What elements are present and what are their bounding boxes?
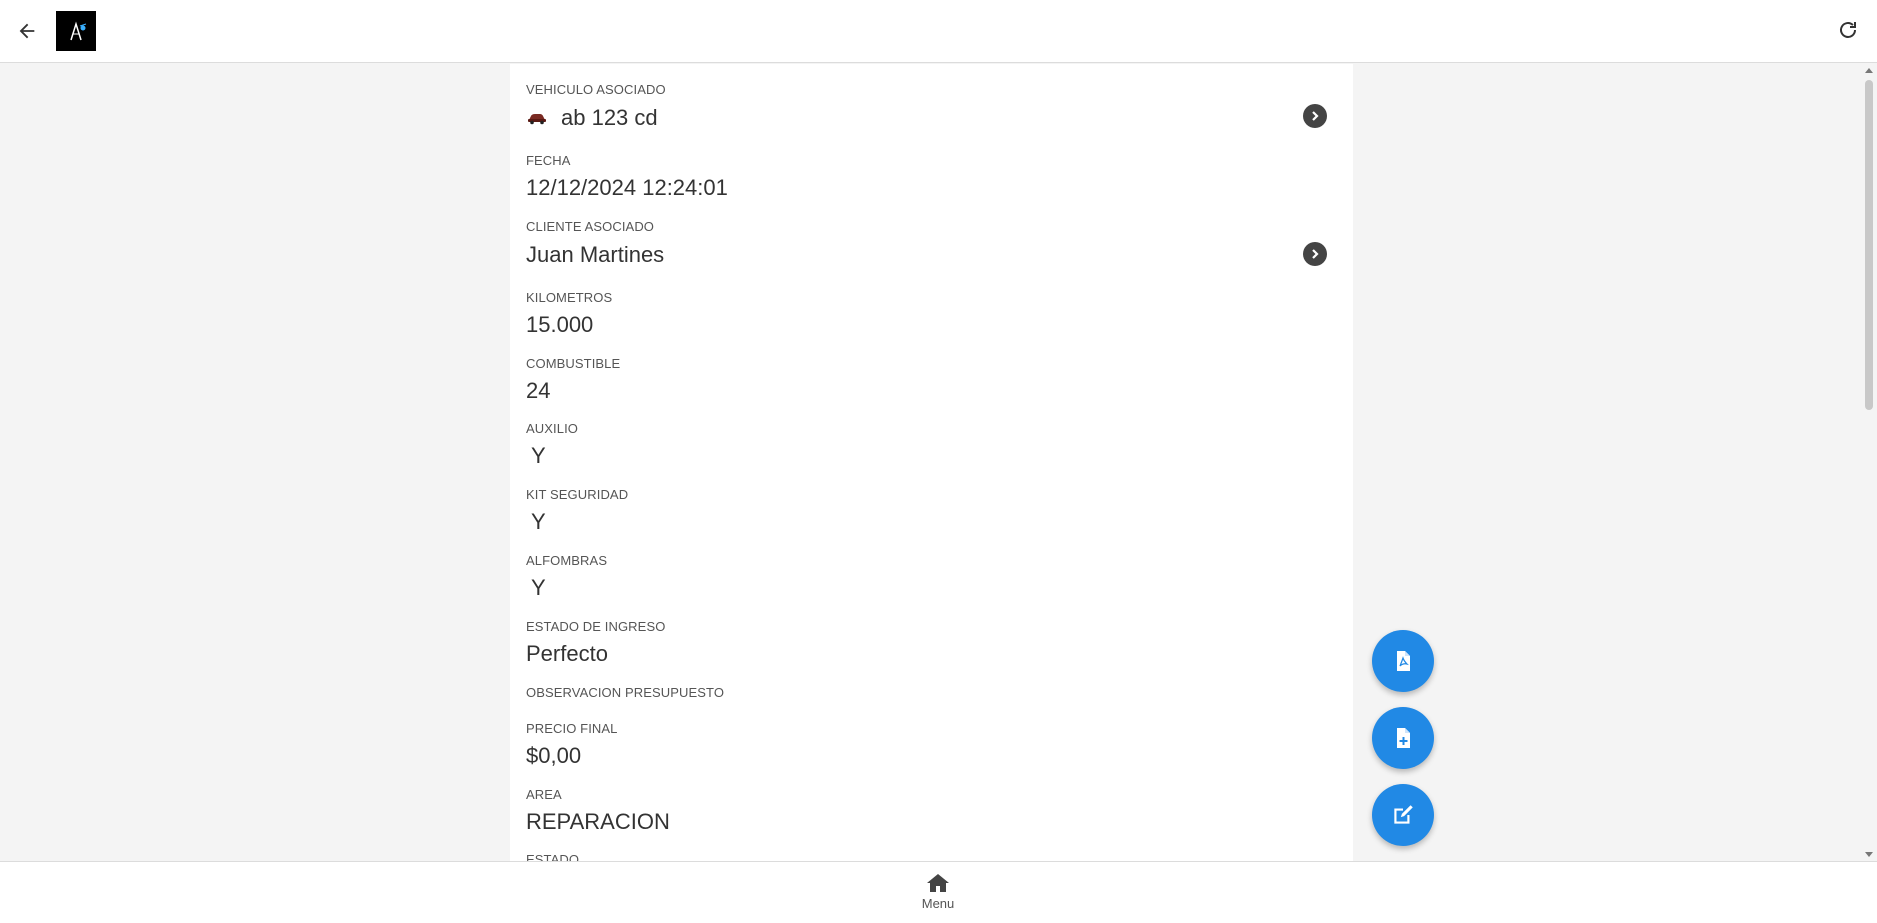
app-header: [0, 0, 1877, 63]
field-area: AREA REPARACION: [526, 787, 670, 836]
field-value: 15.000: [526, 312, 594, 337]
scroll-down-arrow[interactable]: [1865, 852, 1873, 857]
scrollbar[interactable]: [1861, 64, 1877, 861]
field-value: Perfecto: [526, 641, 608, 666]
field-value: 12/12/2024 12:24:01: [526, 175, 728, 200]
field-precio-final: PRECIO FINAL $0,00: [526, 721, 618, 770]
refresh-icon: [1840, 22, 1856, 38]
vehicle-plate[interactable]: ab 123 cd: [561, 104, 658, 132]
bottom-navigation: Menu: [0, 861, 1877, 923]
pdf-file-icon: [1397, 651, 1410, 671]
file-add-icon: [1397, 728, 1410, 748]
field-label: OBSERVACION PRESUPUESTO: [526, 685, 725, 700]
field-label: KIT SEGURIDAD: [526, 487, 629, 502]
field-label: VEHICULO ASOCIADO: [526, 82, 666, 97]
field-label: KILOMETROS: [526, 290, 613, 305]
field-value: ab 123 cd: [526, 104, 1337, 132]
field-label: AREA: [526, 787, 562, 802]
car-icon: [528, 114, 546, 125]
back-button[interactable]: [12, 16, 42, 46]
arrow-left-icon: [19, 23, 35, 39]
vehicle-detail-button[interactable]: [1303, 104, 1327, 128]
field-cliente: CLIENTE ASOCIADO Juan Martines: [526, 219, 664, 269]
field-label: PRECIO FINAL: [526, 721, 618, 736]
field-fecha: FECHA 12/12/2024 12:24:01: [526, 153, 728, 202]
nav-menu-button[interactable]: Menu: [908, 872, 968, 920]
scroll-up-arrow[interactable]: [1865, 68, 1873, 73]
field-observacion: OBSERVACION PRESUPUESTO: [526, 685, 724, 701]
field-label: COMBUSTIBLE: [526, 356, 621, 371]
field-label: FECHA: [526, 153, 571, 168]
field-label: ESTADO: [526, 852, 580, 861]
field-kit-seguridad: KIT SEGURIDAD Y: [526, 487, 628, 536]
field-value: REPARACION: [526, 809, 670, 834]
client-name[interactable]: Juan Martines: [526, 241, 664, 269]
field-combustible: COMBUSTIBLE 24: [526, 356, 620, 405]
field-auxilio: AUXILIO Y: [526, 421, 578, 470]
field-label: ESTADO DE INGRESO: [526, 619, 666, 634]
edit-icon: [1394, 805, 1413, 824]
field-estado: ESTADO: [526, 852, 579, 861]
field-value: Y: [531, 509, 546, 534]
field-value: Y: [531, 443, 546, 468]
client-detail-button[interactable]: [1303, 242, 1327, 266]
field-label: CLIENTE ASOCIADO: [526, 219, 655, 234]
scroll-thumb[interactable]: [1865, 80, 1873, 410]
field-value: $0,00: [526, 743, 582, 768]
field-alfombras: ALFOMBRAS Y: [526, 553, 607, 602]
order-detail-panel: VEHICULO ASOCIADO ab 123 cd FECHA 12/12/…: [510, 64, 1353, 861]
field-vehiculo: VEHICULO ASOCIADO ab 123 cd: [526, 82, 1337, 132]
field-value: Y: [531, 575, 546, 600]
field-label: ALFOMBRAS: [526, 553, 608, 568]
chevron-right-icon: [1312, 111, 1319, 121]
app-logo: [56, 11, 96, 51]
chevron-right-icon: [1312, 249, 1319, 259]
refresh-button[interactable]: [1833, 15, 1863, 45]
field-label: AUXILIO: [526, 421, 578, 436]
field-value: 24: [526, 378, 551, 403]
home-icon: [927, 874, 949, 892]
add-document-button[interactable]: [1372, 707, 1434, 769]
field-kilometros: KILOMETROS 15.000: [526, 290, 612, 339]
export-pdf-button[interactable]: [1372, 630, 1434, 692]
field-estado-ingreso: ESTADO DE INGRESO Perfecto: [526, 619, 665, 668]
edit-button[interactable]: [1372, 784, 1434, 846]
nav-menu-label: Menu: [921, 896, 955, 911]
